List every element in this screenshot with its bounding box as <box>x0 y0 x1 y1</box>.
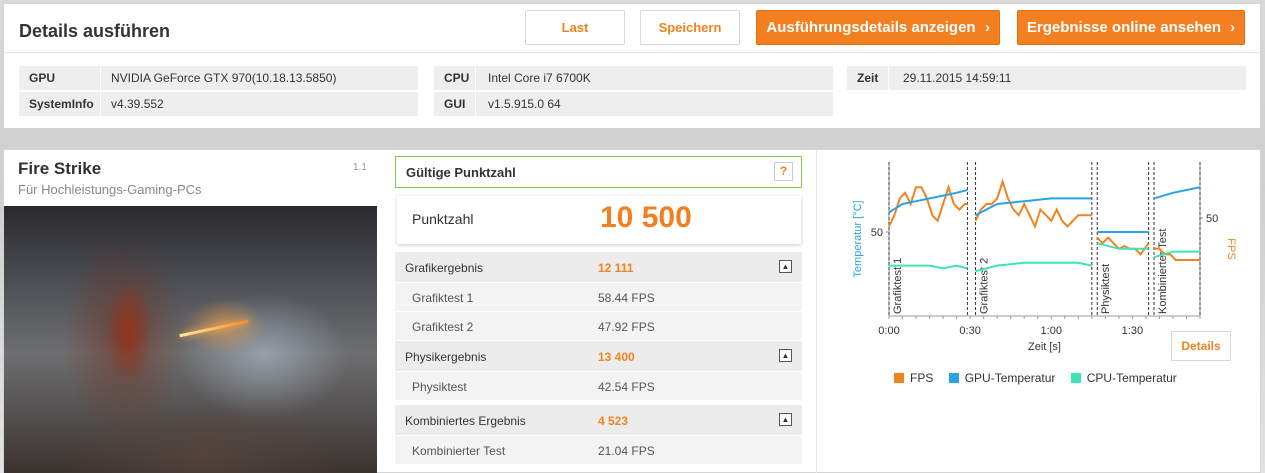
benchmark-subtitle: Für Hochleistungs-Gaming-PCs <box>18 182 202 197</box>
y-tick-label-right: 50 <box>1206 213 1218 225</box>
legend-swatch <box>894 373 904 383</box>
series-line-0 <box>974 178 1092 230</box>
gpu-label: GPU <box>19 66 101 90</box>
gpu-value: NVIDIA GeForce GTX 970(10.18.13.5850) <box>111 71 337 85</box>
valid-score-box: Gültige Punktzahl ? <box>395 156 802 188</box>
valid-score-label: Gültige Punktzahl <box>406 165 516 180</box>
legend-label: FPS <box>910 371 934 385</box>
time-value: 29.11.2015 14:59:11 <box>903 71 1012 85</box>
time-label: Zeit <box>847 66 889 90</box>
gpu-info: GPU NVIDIA GeForce GTX 970(10.18.13.5850… <box>19 66 418 90</box>
systeminfo-info: SystemInfo v4.39.552 <box>19 92 418 116</box>
score-label: Punktzahl <box>412 211 474 227</box>
show-run-details-button[interactable]: Ausführungsdetails anzeigen › <box>756 10 1000 45</box>
show-run-details-label: Ausführungsdetails anzeigen <box>766 19 976 36</box>
series-line-1 <box>1153 186 1201 200</box>
cpu-info: CPU Intel Core i7 6700K <box>434 66 833 90</box>
test-value: 58.44 FPS <box>598 291 655 305</box>
score-box: Punktzahl 10 500 <box>397 196 801 244</box>
score-value: 10 500 <box>600 201 692 234</box>
table-row: Kombinierter Test 21.04 FPS <box>395 436 802 465</box>
y-axis-label-right: FPS <box>1225 238 1237 259</box>
run-details-panel: Details ausführen Last Speichern Ausführ… <box>3 3 1261 129</box>
chevron-right-icon: › <box>1230 19 1235 36</box>
chart-legend: FPS GPU-Temperatur CPU-Temperatur <box>894 371 1189 385</box>
save-button[interactable]: Speichern <box>640 10 740 45</box>
combined-score-header[interactable]: Kombiniertes Ergebnis 4 523 ▲ <box>395 405 802 436</box>
collapse-icon[interactable]: ▲ <box>779 413 792 426</box>
time-info: Zeit 29.11.2015 14:59:11 <box>847 66 1246 90</box>
physics-score-value: 13 400 <box>598 350 635 364</box>
y-tick-label-left: 50 <box>871 227 883 239</box>
legend-label: CPU-Temperatur <box>1086 371 1177 385</box>
details-button[interactable]: Details <box>1171 331 1231 361</box>
gui-info: GUI v1.5.915.0 64 <box>434 92 833 116</box>
legend-swatch <box>948 373 959 383</box>
benchmark-name: Fire Strike <box>18 159 102 178</box>
table-row: Grafiktest 1 58.44 FPS <box>395 283 802 312</box>
gui-label: GUI <box>434 92 476 116</box>
view-results-online-button[interactable]: Ergebnisse online ansehen › <box>1017 10 1245 45</box>
help-button[interactable]: ? <box>774 162 793 181</box>
artwork-fire-creature <box>99 256 159 406</box>
graphics-score-label: Grafikergebnis <box>405 261 484 275</box>
legend-item-fps: FPS <box>894 371 933 385</box>
view-results-online-label: Ergebnisse online ansehen <box>1026 19 1222 36</box>
segment-label: Physiktest <box>1100 264 1112 314</box>
physics-score-label: Physikergebnis <box>405 350 487 364</box>
collapse-icon[interactable]: ▲ <box>779 349 792 362</box>
benchmark-artwork <box>4 206 377 473</box>
test-label: Grafiktest 2 <box>412 320 474 334</box>
test-label: Grafiktest 1 <box>412 291 474 305</box>
segment-label: Grafiktest 2 <box>979 258 991 314</box>
cpu-value: Intel Core i7 6700K <box>488 71 591 85</box>
systeminfo-value: v4.39.552 <box>111 97 164 111</box>
segment-label: Kombinierter Test <box>1157 229 1169 314</box>
combined-score-value: 4 523 <box>598 414 629 428</box>
chevron-right-icon: › <box>985 19 990 36</box>
test-value: 21.04 FPS <box>598 444 655 458</box>
test-value: 42.54 FPS <box>598 380 655 394</box>
test-label: Physiktest <box>412 380 467 394</box>
benchmark-version: 1.1 <box>353 162 367 173</box>
y-axis-label-left: Temperatur [°C] <box>852 200 864 277</box>
x-tick-label: 1:00 <box>1041 325 1062 337</box>
table-row: Physiktest 42.54 FPS <box>395 372 802 401</box>
x-tick-label: 1:30 <box>1122 325 1143 337</box>
x-tick-label: 0:30 <box>959 325 980 337</box>
test-value: 47.92 FPS <box>598 320 655 334</box>
graphics-score-header[interactable]: Grafikergebnis 12 111 ▲ <box>395 252 802 283</box>
legend-label: GPU-Temperatur <box>964 371 1056 385</box>
page-title: Details ausführen <box>19 21 171 41</box>
cpu-label: CPU <box>434 66 476 90</box>
legend-item-cpu-temp: CPU-Temperatur <box>1070 371 1177 385</box>
x-tick-label: 0:00 <box>878 325 899 337</box>
collapse-icon[interactable]: ▲ <box>779 260 792 273</box>
legend-item-gpu-temp: GPU-Temperatur <box>948 371 1056 385</box>
series-line-2 <box>975 261 1093 273</box>
x-axis-label: Zeit [s] <box>1028 341 1061 353</box>
legend-swatch <box>1070 373 1081 383</box>
systeminfo-label: SystemInfo <box>19 92 101 116</box>
combined-score-label: Kombiniertes Ergebnis <box>405 414 526 428</box>
monitoring-chart-area: 0:00 0:30 1:00 1:30 Zeit [s] Temperatur [°C] F… <box>816 150 1262 473</box>
physics-score-header[interactable]: Physikergebnis 13 400 ▲ <box>395 341 802 372</box>
load-button[interactable]: Last <box>525 10 625 45</box>
run-details-header: Details ausführen Last Speichern Ausführ… <box>4 4 1260 53</box>
test-label: Kombinierter Test <box>412 444 506 458</box>
gui-value: v1.5.915.0 64 <box>488 97 561 111</box>
series-line-1 <box>975 197 1092 217</box>
graphics-score-value: 12 111 <box>598 261 634 275</box>
benchmark-result-panel: Fire Strike Für Hochleistungs-Gaming-PCs… <box>3 149 1261 473</box>
artwork-glowing-blade <box>179 319 249 338</box>
table-row: Grafiktest 2 47.92 FPS <box>395 312 802 341</box>
